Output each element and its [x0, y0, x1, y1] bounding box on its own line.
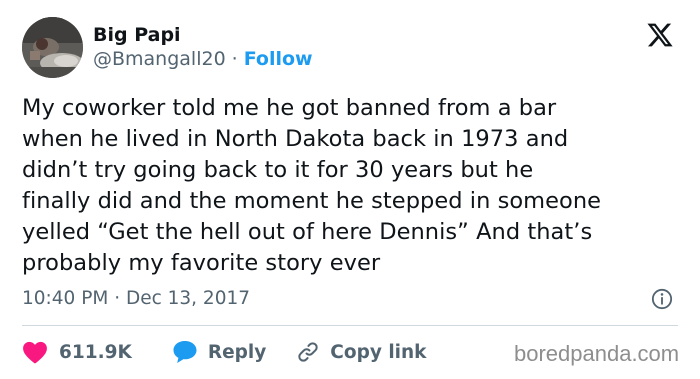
link-icon: [296, 340, 320, 364]
separator-dot: ·: [231, 48, 238, 70]
speech-bubble-icon: [172, 340, 198, 364]
tweet-text: My coworker told me he got banned from a…: [22, 95, 602, 276]
like-button[interactable]: 611.9K: [22, 340, 132, 364]
divider: [22, 325, 678, 326]
reply-label: Reply: [207, 341, 267, 363]
reply-button[interactable]: Reply: [172, 340, 266, 364]
tweet-card: Big Papi @Bmangall20 · Follow My coworker …: [0, 0, 700, 379]
action-bar: 611.9K Reply Copy link: [22, 339, 426, 365]
watermark: boredpanda.com: [514, 341, 680, 366]
like-count: 611.9K: [59, 341, 132, 363]
info-icon[interactable]: [651, 288, 673, 310]
avatar[interactable]: [22, 17, 83, 78]
x-logo-icon[interactable]: [646, 21, 674, 49]
copy-link-button[interactable]: Copy link: [296, 340, 426, 364]
author-name[interactable]: Big Papi: [93, 24, 181, 46]
heart-icon: [22, 340, 48, 364]
copy-link-label: Copy link: [330, 341, 427, 363]
author-meta: @Bmangall20 · Follow: [93, 48, 313, 70]
tweet-timestamp[interactable]: 10:40 PM · Dec 13, 2017: [22, 288, 250, 310]
follow-button[interactable]: Follow: [244, 48, 313, 70]
author-handle[interactable]: @Bmangall20: [93, 48, 226, 70]
